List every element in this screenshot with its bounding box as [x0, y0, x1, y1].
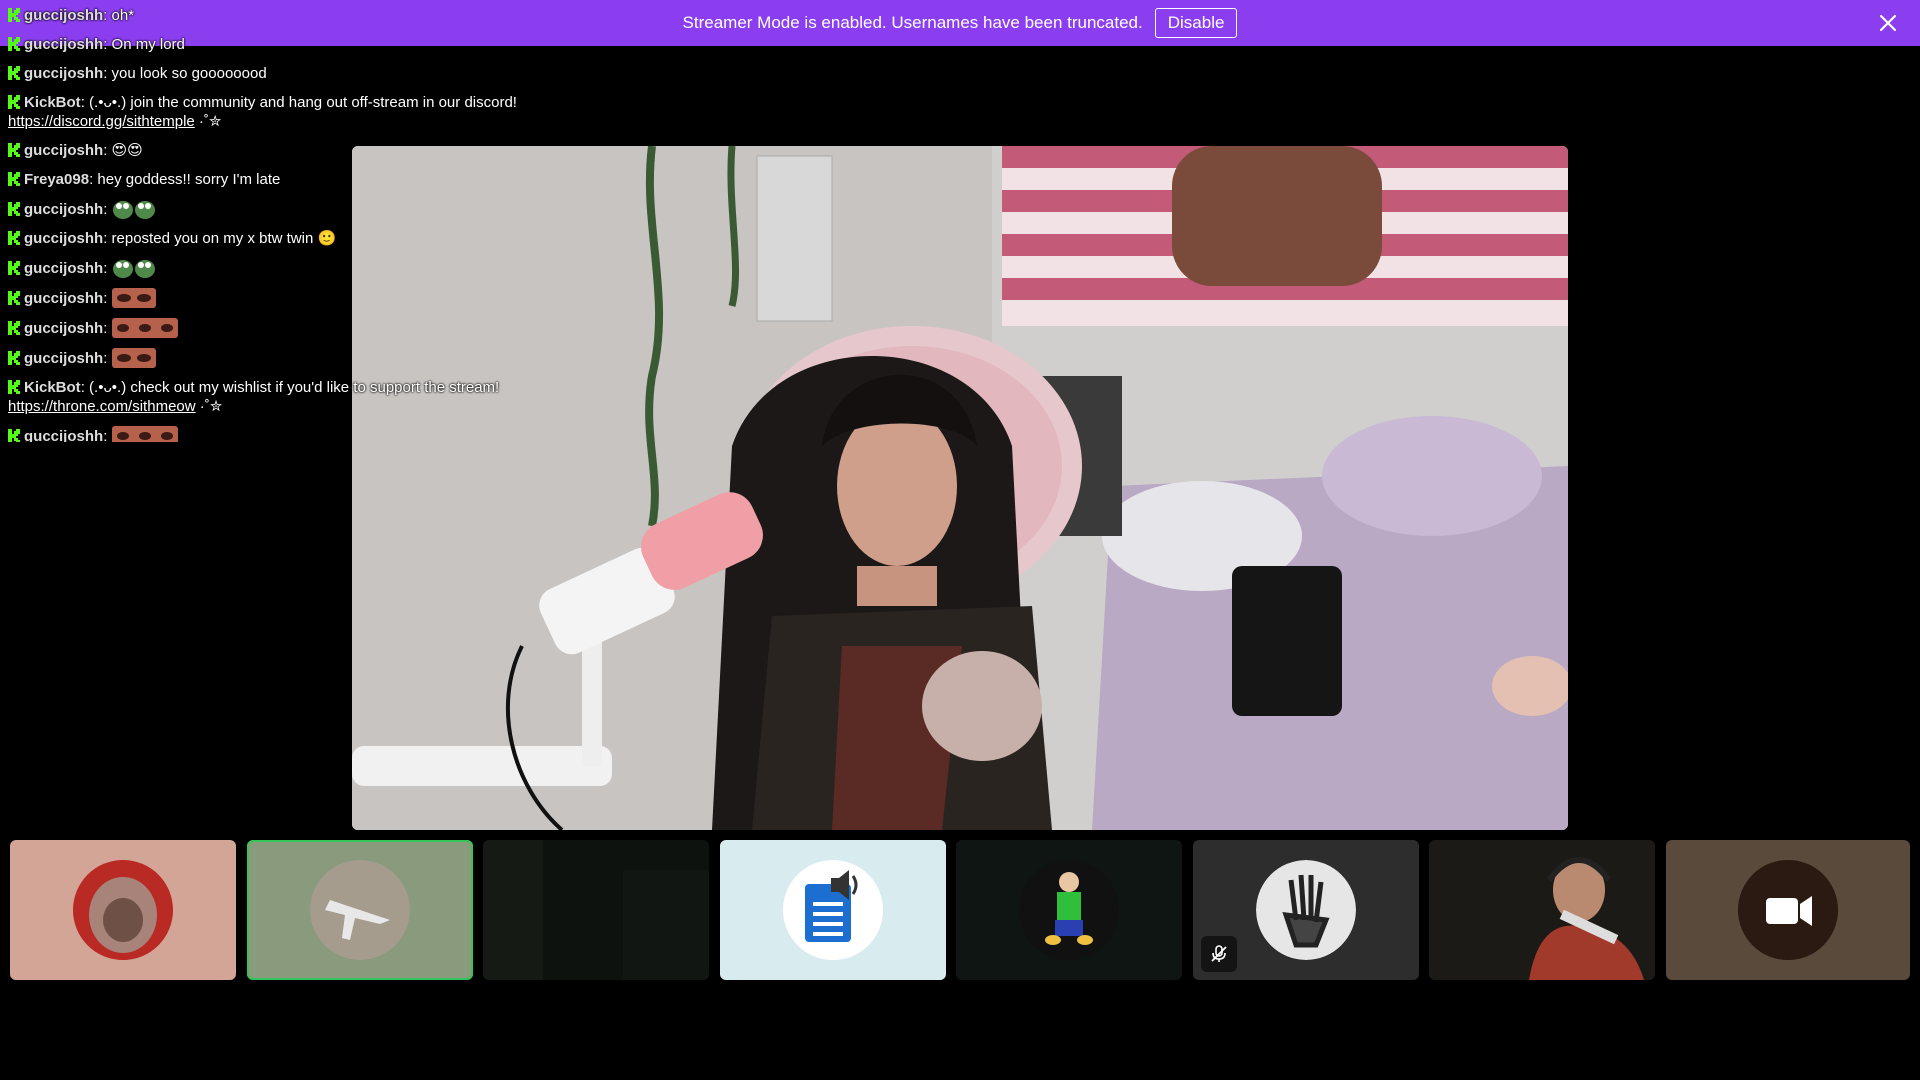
eyes-emote-icon — [111, 288, 156, 308]
participant-tile-6[interactable] — [1193, 840, 1419, 980]
chat-message: KickBot: (.•ᴗ•.) join the community and … — [8, 94, 517, 130]
chat-message: guccijoshh: — [8, 318, 568, 338]
chat-link[interactable]: https://throne.com/sithmeow — [8, 398, 196, 415]
hooded-avatar — [73, 860, 173, 960]
chat-emoji: 🙂 — [317, 230, 337, 247]
chat-emoji: 😍😍 — [111, 142, 143, 159]
streamer-mode-message: Streamer Mode is enabled. Usernames have… — [682, 13, 1143, 32]
chat-text: (.•ᴗ•.) join the community and hang out … — [89, 94, 517, 111]
chat-message: guccijoshh: reposted you on my x btw twi… — [8, 229, 568, 248]
headset-man-camera-feed — [1429, 840, 1655, 980]
mic-muted-icon — [1211, 945, 1227, 962]
participant-tile-4[interactable] — [720, 840, 946, 980]
dark-camera-feed — [483, 840, 709, 980]
chat-text: reposted you on my x btw twin — [111, 230, 314, 247]
participant-tile-2-active[interactable] — [247, 840, 473, 980]
eyes-emote-icon — [111, 348, 156, 368]
kick-badge-icon — [8, 231, 20, 245]
chat-username[interactable]: KickBot — [24, 379, 81, 396]
kick-badge-icon — [8, 351, 20, 365]
mechanical-hand-avatar — [1256, 860, 1356, 960]
chat-message: guccijoshh: On my lord — [8, 35, 568, 54]
green-character-avatar — [1019, 860, 1119, 960]
eyes-emote-icon — [111, 426, 178, 442]
chat-link[interactable]: https://discord.gg/sithtemple — [8, 113, 195, 130]
chat-message: KickBot: (.•ᴗ•.) check out my wishlist i… — [8, 379, 500, 415]
frog-emote-icon — [112, 201, 155, 219]
chat-username[interactable]: guccijoshh — [24, 260, 103, 277]
chat-username[interactable]: guccijoshh — [24, 350, 103, 367]
chat-text: hey goddess!! sorry I'm late — [97, 171, 281, 188]
chat-username[interactable]: guccijoshh — [24, 230, 103, 247]
chat-message: guccijoshh: oh* — [8, 6, 568, 25]
close-icon — [1879, 14, 1897, 32]
chat-username[interactable]: guccijoshh — [24, 428, 103, 442]
chat-suffix: ·˚✮ — [194, 113, 222, 130]
kick-badge-icon — [8, 143, 20, 157]
eyes-emote-icon — [111, 318, 178, 338]
chat-message: guccijoshh: 😍😍 — [8, 141, 568, 160]
chat-text: you look so goooooood — [111, 65, 267, 82]
chat-message: guccijoshh: — [8, 258, 568, 278]
kick-badge-icon — [8, 321, 20, 335]
chat-message: guccijoshh: — [8, 288, 568, 308]
kick-badge-icon — [8, 95, 20, 109]
chat-message: guccijoshh: you look so goooooood — [8, 64, 568, 83]
chat-text: oh* — [111, 7, 135, 24]
document-speaker-icon — [783, 860, 883, 960]
chat-message: Freya098: hey goddess!! sorry I'm late — [8, 170, 568, 189]
disable-streamer-mode-button[interactable]: Disable — [1154, 8, 1238, 38]
kick-badge-icon — [8, 202, 20, 216]
video-camera-icon — [1738, 860, 1838, 960]
chat-username[interactable]: guccijoshh — [24, 36, 103, 53]
participant-tile-1[interactable] — [10, 840, 236, 980]
participant-tile-7[interactable] — [1429, 840, 1655, 980]
chat-text: On my lord — [111, 36, 185, 53]
chat-text: (.•ᴗ•.) check out my wishlist if you'd l… — [89, 379, 500, 396]
chat-username[interactable]: guccijoshh — [24, 142, 103, 159]
chat-username[interactable]: Freya098 — [24, 171, 89, 188]
chat-overlay: guccijoshh: oh* guccijoshh: On my lord g… — [8, 6, 568, 442]
chat-message: guccijoshh: — [8, 348, 568, 368]
chat-username[interactable]: guccijoshh — [24, 290, 103, 307]
kick-badge-icon — [8, 429, 20, 442]
chat-message: guccijoshh: — [8, 199, 568, 219]
close-banner-button[interactable] — [1876, 11, 1900, 35]
chat-username[interactable]: guccijoshh — [24, 320, 103, 337]
kick-badge-icon — [8, 380, 20, 394]
kick-badge-icon — [8, 37, 20, 51]
kick-badge-icon — [8, 66, 20, 80]
participant-tile-3[interactable] — [483, 840, 709, 980]
frog-emote-icon — [112, 260, 155, 278]
participant-tile-5[interactable] — [956, 840, 1182, 980]
chat-username[interactable]: KickBot — [24, 94, 81, 111]
kick-badge-icon — [8, 8, 20, 22]
chat-suffix: ·˚✮ — [195, 398, 223, 415]
plane-avatar — [310, 860, 410, 960]
kick-badge-icon — [8, 261, 20, 275]
muted-indicator — [1201, 936, 1237, 972]
video-camera-avatar — [1738, 860, 1838, 960]
chat-username[interactable]: guccijoshh — [24, 7, 103, 24]
participant-tile-8[interactable] — [1666, 840, 1910, 980]
chat-username[interactable]: guccijoshh — [24, 65, 103, 82]
chat-message: guccijoshh: — [8, 426, 568, 442]
participant-strip — [10, 840, 1910, 980]
kick-badge-icon — [8, 291, 20, 305]
chat-username[interactable]: guccijoshh — [24, 201, 103, 218]
kick-badge-icon — [8, 172, 20, 186]
